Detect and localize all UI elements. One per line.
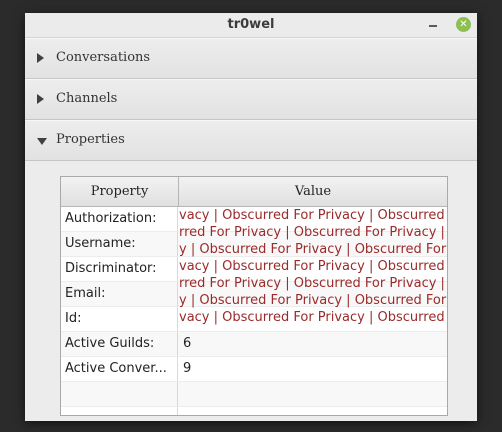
value-cell	[179, 382, 447, 406]
property-cell: Id:	[61, 307, 178, 331]
obscured-line: rred For Privacy | Obscurred For Privacy…	[179, 225, 445, 240]
triangle-right-icon	[37, 53, 44, 63]
app-window: tr0wel ✕ Conversations Channels Properti…	[25, 13, 477, 421]
title-bar[interactable]: tr0wel ✕	[25, 13, 477, 38]
property-cell: Authorization:	[61, 207, 178, 231]
minimize-icon[interactable]	[427, 17, 439, 31]
property-cell	[61, 382, 178, 406]
property-cell	[61, 407, 178, 415]
close-icon[interactable]: ✕	[456, 17, 471, 32]
accordion-label: Channels	[56, 91, 118, 106]
table-row[interactable]	[61, 407, 447, 415]
property-cell: Active Guilds:	[61, 332, 178, 356]
value-cell: 9	[183, 361, 192, 376]
table-row[interactable]: Active Conver... 9	[61, 357, 447, 382]
table-row[interactable]: Active Guilds: 6	[61, 332, 447, 357]
obscured-line: vacy | Obscurred For Privacy | Obscurred	[179, 208, 445, 223]
value-cell	[179, 407, 447, 415]
triangle-down-icon	[37, 138, 47, 145]
obscured-line: rred For Privacy | Obscurred For Privacy…	[179, 276, 445, 291]
column-header-property[interactable]: Property	[61, 177, 179, 206]
column-header-value[interactable]: Value	[179, 177, 447, 206]
obscured-line: vacy | Obscurred For Privacy | Obscurred	[179, 310, 445, 325]
window-title: tr0wel	[227, 17, 275, 32]
table-row[interactable]	[61, 382, 447, 407]
table-body: Authorization: Username: Discriminator: …	[61, 207, 447, 415]
accordion-label: Conversations	[56, 50, 151, 65]
accordion-conversations[interactable]: Conversations	[25, 38, 477, 79]
property-cell: Email:	[61, 282, 178, 306]
obscured-line: vacy | Obscurred For Privacy | Obscurred…	[179, 259, 447, 274]
obscured-value-text: vacy | Obscurred For Privacy | Obscurred…	[179, 207, 447, 327]
value-cell: 6	[183, 336, 192, 351]
triangle-right-icon	[37, 94, 44, 104]
accordion-label: Properties	[56, 132, 125, 147]
properties-panel: Property Value Authorization: Username: …	[25, 161, 477, 416]
property-cell: Username:	[61, 232, 178, 256]
table-header: Property Value	[61, 177, 447, 207]
accordion-properties[interactable]: Properties	[25, 120, 477, 161]
obscured-line: y | Obscurred For Privacy | Obscurred Fo…	[179, 293, 447, 308]
accordion-channels[interactable]: Channels	[25, 79, 477, 120]
property-cell: Discriminator:	[61, 257, 178, 281]
property-cell: Active Conver...	[61, 357, 178, 381]
properties-table[interactable]: Property Value Authorization: Username: …	[60, 176, 448, 416]
obscured-line: y | Obscurred For Privacy | Obscurred Fo…	[179, 242, 447, 257]
